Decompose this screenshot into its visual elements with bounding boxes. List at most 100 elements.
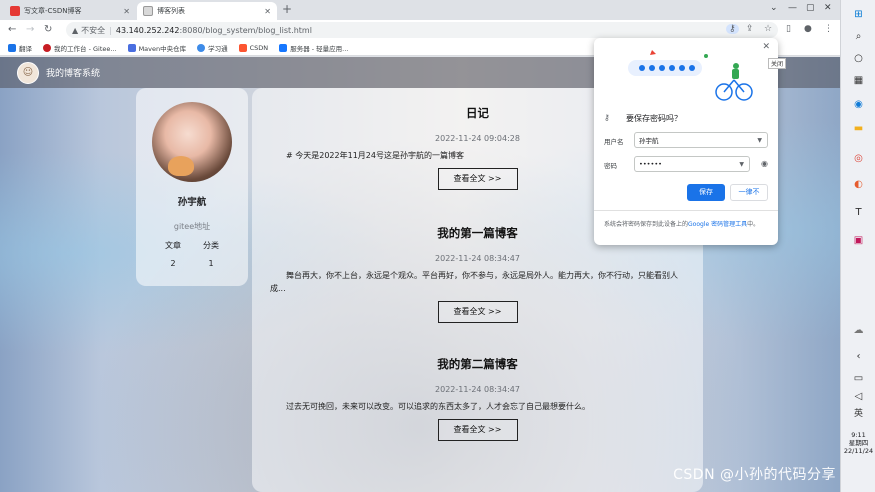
password-label: 密码 xyxy=(604,162,617,170)
warning-icon: ▲ xyxy=(72,25,79,35)
reload-icon[interactable]: ↻ xyxy=(44,24,52,35)
key-icon[interactable]: ⚷ xyxy=(726,24,739,34)
save-password-dialog: ✕ 关闭 ⚷ 要保存密码吗？ 用户名 孙宇航 ▼ 密码 •••••• ▼ ◉ 保… xyxy=(594,38,786,245)
tab-search-icon[interactable]: ⌄ xyxy=(770,3,778,13)
close-tooltip: 关闭 xyxy=(767,58,786,69)
task-view-icon[interactable]: ○ xyxy=(850,50,867,67)
read-more-button[interactable]: 查看全文 >> xyxy=(437,301,518,323)
password-value: •••••• xyxy=(639,160,663,168)
page-favicon-icon xyxy=(143,6,153,16)
intellij-icon[interactable]: ▣ xyxy=(850,232,867,249)
stats-labels: 文章 分类 xyxy=(136,240,248,251)
security-label: 不安全 xyxy=(81,25,106,35)
url-separator: | xyxy=(109,25,112,35)
tab-close-icon[interactable]: ✕ xyxy=(123,7,130,16)
clock-time: 9:11 xyxy=(851,431,866,439)
password-manager-link[interactable]: Google 密码管理工具 xyxy=(688,221,747,228)
divider xyxy=(594,210,778,211)
xuexitong-icon xyxy=(197,43,206,52)
share-icon[interactable]: ⇪ xyxy=(746,24,754,34)
avatar xyxy=(152,102,232,182)
system-clock[interactable]: 9:11 星期四 22/11/24 xyxy=(841,431,875,455)
site-logo-icon[interactable]: ☺ xyxy=(17,61,39,84)
gitee-link[interactable]: gitee地址 xyxy=(136,221,248,232)
cat-illustration xyxy=(168,156,194,176)
windows-start-icon[interactable]: ⊞ xyxy=(850,6,867,23)
sidebar-icon[interactable]: ▯ xyxy=(786,24,791,34)
site-title[interactable]: 我的博客系统 xyxy=(46,66,100,79)
post-abstract: 舞台再大，你不上台，永远是个观众。平台再好，你不参与，永远是局外人。能力再大，你… xyxy=(270,271,678,293)
tab-csdn[interactable]: 写文章-CSDN博客 ✕ xyxy=(4,2,136,20)
footer-text: 系统会将密码保存到此设备上的 xyxy=(604,221,689,228)
stat-label-articles: 文章 xyxy=(165,241,181,250)
password-illustration xyxy=(628,50,753,101)
network-icon[interactable]: ▭ xyxy=(850,370,867,387)
stat-value-categories: 1 xyxy=(208,259,214,268)
footer-end: 中。 xyxy=(747,221,760,228)
stat-label-categories: 分类 xyxy=(203,241,219,250)
bookmark-label: CSDN xyxy=(249,43,269,52)
csdn-watermark: CSDN @小孙的代码分享 xyxy=(673,467,836,483)
username-field[interactable]: 孙宇航 ▼ xyxy=(634,132,768,148)
app-icon[interactable]: ◐ xyxy=(850,176,867,193)
bookmark-translate[interactable]: 翻译 xyxy=(8,43,32,53)
address-bar[interactable]: ▲ 不安全 | 43.140.252.242 :8080/blog_system… xyxy=(66,22,778,38)
widgets-icon[interactable]: ▦ xyxy=(850,72,867,89)
chevron-up-icon[interactable]: ‹ xyxy=(850,348,867,365)
typora-icon[interactable]: T xyxy=(850,204,867,221)
password-field[interactable]: •••••• ▼ xyxy=(634,156,750,172)
window-close-icon[interactable]: ✕ xyxy=(824,3,832,13)
stat-value-articles: 2 xyxy=(170,259,176,268)
bookmark-label: 翻译 xyxy=(19,44,32,53)
post-date: 2022-11-24 08:34:47 xyxy=(435,385,520,394)
maven-icon xyxy=(127,43,136,52)
bookmark-csdn[interactable]: CSDN xyxy=(238,43,269,52)
file-explorer-icon[interactable]: ▬ xyxy=(850,120,867,137)
bookmark-xuexitong[interactable]: 学习通 xyxy=(197,43,228,53)
csdn-favicon-icon xyxy=(10,6,20,16)
menu-icon[interactable]: ⋮ xyxy=(824,24,833,34)
read-more-button[interactable]: 查看全文 >> xyxy=(437,419,518,441)
search-icon[interactable]: ⌕ xyxy=(850,28,867,45)
key-icon: ⚷ xyxy=(604,113,610,122)
chevron-down-icon[interactable]: ▼ xyxy=(757,137,762,144)
csdn-icon xyxy=(238,43,247,52)
browser-tab-bar: 写文章-CSDN博客 ✕ 博客列表 ✕ + ⌄ — ▢ ✕ xyxy=(0,0,840,20)
chevron-down-icon[interactable]: ▼ xyxy=(739,161,744,168)
bookmark-label: Maven中央仓库 xyxy=(138,44,187,53)
tab-blog-list[interactable]: 博客列表 ✕ xyxy=(137,2,277,20)
bookmark-gitee[interactable]: 我的工作台 - Gitee... xyxy=(43,43,117,53)
weather-icon[interactable]: ☁ xyxy=(850,322,867,339)
input-language[interactable]: 英 xyxy=(850,404,867,421)
maximize-icon[interactable]: ▢ xyxy=(806,3,815,13)
url-path: :8080/blog_system/blog_list.html xyxy=(179,25,312,35)
username-label: 用户名 xyxy=(604,138,624,146)
bookmark-label: 学习通 xyxy=(208,44,228,53)
translate-icon xyxy=(8,43,16,52)
author-name: 孙宇航 xyxy=(177,197,207,208)
dialog-close-icon[interactable]: ✕ xyxy=(762,42,770,52)
forward-icon[interactable]: → xyxy=(26,24,34,35)
save-button[interactable]: 保存 xyxy=(687,184,725,201)
windows-taskbar: ⊞ ⌕ ○ ▦ ◉ ▬ ◎ ◐ T ▣ ☁ ‹ ▭ ◁ 英 9:11 星期四 2… xyxy=(840,0,875,492)
profile-icon[interactable]: ● xyxy=(804,24,812,34)
back-icon[interactable]: ← xyxy=(8,24,16,35)
new-tab-icon[interactable]: + xyxy=(282,2,292,16)
bookmark-maven[interactable]: Maven中央仓库 xyxy=(127,43,187,53)
bookmark-star-icon[interactable]: ☆ xyxy=(764,24,772,34)
volume-icon[interactable]: ◁ xyxy=(850,388,867,405)
post-title: 我的第二篇博客 xyxy=(437,357,518,371)
chrome-icon[interactable]: ◎ xyxy=(850,150,867,167)
profile-card: 孙宇航 gitee地址 文章 分类 2 1 xyxy=(136,88,248,286)
username-value: 孙宇航 xyxy=(639,137,659,145)
url-host: 43.140.252.242 xyxy=(115,25,180,35)
tab-title: 博客列表 xyxy=(157,7,185,15)
read-more-button[interactable]: 查看全文 >> xyxy=(437,168,518,190)
eye-icon[interactable]: ◉ xyxy=(761,159,768,168)
edge-icon[interactable]: ◉ xyxy=(850,96,867,113)
bookmark-server[interactable]: 服务器 - 轻量应用... xyxy=(279,43,348,53)
bookmark-label: 我的工作台 - Gitee... xyxy=(54,44,117,53)
never-button[interactable]: 一律不 xyxy=(730,184,768,201)
minimize-icon[interactable]: — xyxy=(788,3,797,13)
tab-close-icon[interactable]: ✕ xyxy=(264,7,271,16)
